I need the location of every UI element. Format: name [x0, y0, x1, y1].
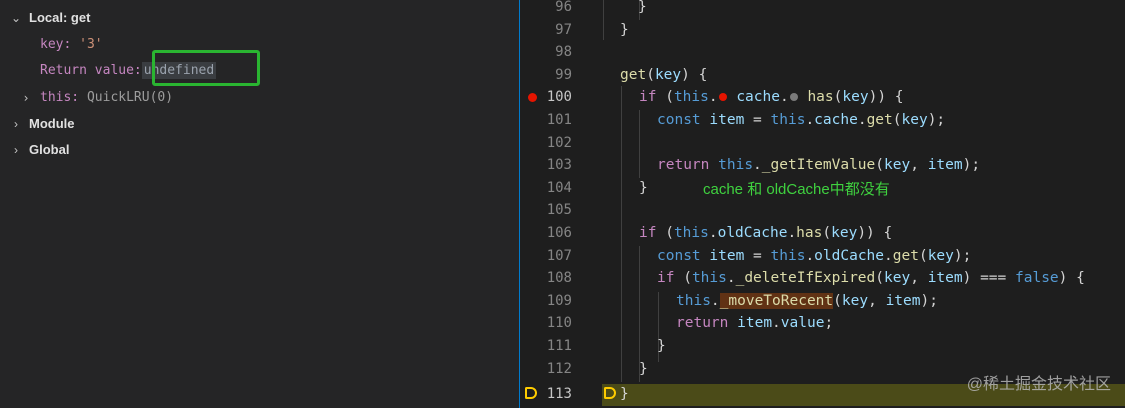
variable-name: Return value: — [40, 63, 142, 78]
line-number: 107 — [546, 247, 572, 264]
line-number: 101 — [546, 112, 572, 128]
line-number: 96 — [555, 0, 572, 15]
code-line[interactable]: 101 const item = this.cache.get(key); — [520, 109, 1092, 132]
scope-label: Global — [29, 142, 70, 157]
annotation-text: cache 和 oldCache中都没有 — [703, 181, 890, 198]
line-number: 109 — [546, 292, 572, 309]
chevron-right-icon[interactable]: › — [18, 87, 34, 109]
chevron-down-icon[interactable]: ⌄ — [8, 7, 24, 29]
line-number: 108 — [546, 270, 572, 287]
code-line[interactable]: 106 if (this.oldCache.has(key)) { — [520, 222, 1092, 245]
variable-name: key: — [40, 37, 72, 52]
variables-panel: ⌄ Local: get key: '3' Return value: undef… — [0, 0, 520, 408]
code-line[interactable]: 107 const item = this.oldCache.get(key); — [520, 245, 1092, 268]
scope-label: Local: get — [29, 10, 91, 25]
code-line[interactable]: 102 — [520, 132, 1092, 155]
watermark-text: @稀土掘金技术社区 — [966, 376, 1111, 393]
line-number: 103 — [546, 157, 572, 174]
line-number: 98 — [555, 44, 572, 61]
variable-value: '3' — [79, 37, 103, 52]
line-number: 102 — [546, 134, 572, 151]
line-number: 111 — [546, 338, 572, 354]
code-line[interactable]: 108 if (this._deleteIfExpired(key, item) … — [520, 267, 1092, 290]
code-line[interactable]: 110 return item.value; — [520, 312, 1092, 335]
variable-key[interactable]: key: '3' — [40, 34, 103, 56]
line-number: 105 — [546, 202, 572, 219]
line-number: 110 — [546, 315, 572, 332]
line-number: 106 — [546, 225, 572, 241]
line-number: 100 — [546, 89, 572, 106]
variable-value: QuickLRU(0) — [86, 90, 174, 105]
highlight-box — [152, 50, 260, 86]
code-line[interactable]: 109 this._moveToRecent(key, item); — [520, 290, 1092, 313]
line-number: 104 — [546, 179, 572, 196]
code-line[interactable]: 96} — [520, 0, 1092, 19]
inline-breakpoint-hint-icon[interactable] — [789, 93, 798, 102]
scope-label: Module — [29, 116, 75, 131]
line-number: 99 — [555, 66, 572, 83]
code-editor[interactable]: 96} 97} 98 99 get(key) { 100 if (this. ca… — [520, 0, 1125, 408]
code-line[interactable]: 103 return this._getItemValue(key, item); — [520, 154, 1092, 177]
code-line[interactable]: 105 — [520, 199, 1092, 222]
chevron-right-icon[interactable]: › — [8, 139, 24, 161]
code-line[interactable]: 111} — [520, 335, 1092, 358]
code-line[interactable]: 99 get(key) { — [520, 64, 1092, 87]
code-line[interactable]: 97} — [520, 19, 1092, 42]
inline-breakpoint-icon[interactable] — [718, 93, 727, 102]
variable-name: this: — [40, 90, 80, 105]
chevron-right-icon[interactable]: › — [8, 113, 24, 135]
inline-stop-arrow-icon — [604, 387, 616, 399]
line-number: 112 — [546, 360, 572, 377]
code-line[interactable]: 100 if (this. cache. has(key)) { — [520, 86, 1092, 109]
code-line[interactable]: 98 — [520, 41, 1092, 64]
line-number: 97 — [555, 21, 572, 38]
line-number: 113 — [546, 386, 572, 402]
